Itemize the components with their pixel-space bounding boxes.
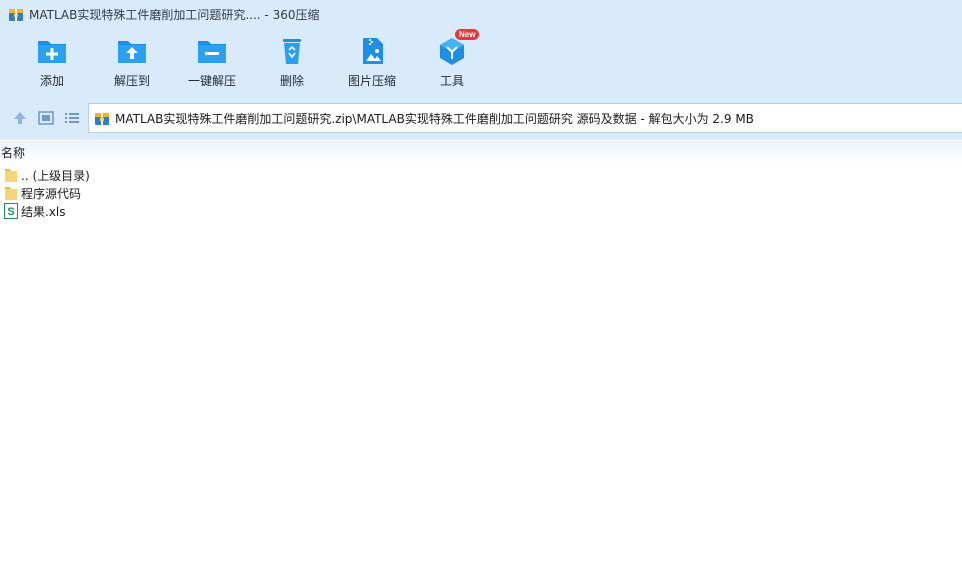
image-compress-label: 图片压缩 <box>347 74 396 88</box>
address-path: MATLAB实现特殊工件磨削加工问题研究.zip\MATLAB实现特殊工件磨削加… <box>115 111 754 126</box>
extract-to-icon <box>118 41 146 63</box>
add-label: 添加 <box>39 74 64 88</box>
address-bar[interactable]: MATLAB实现特殊工件磨削加工问题研究.zip\MATLAB实现特殊工件磨削加… <box>88 103 962 133</box>
column-header-name[interactable]: 名称 <box>1 144 25 161</box>
extract-to-label: 解压到 <box>113 74 150 88</box>
address-row: MATLAB实现特殊工件磨削加工问题研究.zip\MATLAB实现特殊工件磨削加… <box>0 98 962 140</box>
tools-cube-icon <box>440 38 464 65</box>
title-bar: MATLAB实现特殊工件磨削加工问题研究.... - 360压缩 <box>0 0 962 28</box>
delete-button[interactable]: 删除 <box>252 36 332 94</box>
file-list: .. (上级目录) 程序源代码 S 结果.xls <box>0 166 962 220</box>
svg-text:S: S <box>7 206 14 218</box>
window-title: MATLAB实现特殊工件磨削加工问题研究.... - 360压缩 <box>29 7 320 22</box>
tools-button[interactable]: New 工具 <box>412 29 492 94</box>
list-item-name: 结果.xls <box>21 204 66 219</box>
list-item-name: 程序源代码 <box>21 186 82 201</box>
zip-archive-icon <box>95 113 109 125</box>
list-item-results-xls[interactable]: S 结果.xls <box>0 202 962 220</box>
spreadsheet-icon: S <box>4 203 18 219</box>
up-level-icon[interactable] <box>11 109 29 127</box>
tools-label: 工具 <box>439 74 464 88</box>
list-item-parent-dir[interactable]: .. (上级目录) <box>0 166 962 184</box>
one-click-extract-button[interactable]: 一键解压 <box>172 36 252 94</box>
list-header: 名称 <box>0 141 962 163</box>
list-item-name: .. (上级目录) <box>21 168 90 183</box>
list-view-icon[interactable] <box>63 109 81 127</box>
image-compress-icon <box>363 38 383 64</box>
list-item-source-code[interactable]: 程序源代码 <box>0 184 962 202</box>
add-button[interactable]: 添加 <box>12 36 92 94</box>
delete-label: 删除 <box>279 74 304 88</box>
one-click-extract-label: 一键解压 <box>187 74 236 88</box>
tools-icon-wrap: New <box>435 29 480 66</box>
extract-to-button[interactable]: 解压到 <box>92 36 172 94</box>
folder-icon <box>5 187 17 200</box>
folder-icon <box>5 169 17 182</box>
toolbar: 添加 解压到 一键解压 删除 图片压缩 New 工具 <box>0 28 962 98</box>
image-compress-button[interactable]: 图片压缩 <box>332 36 412 94</box>
one-click-extract-icon <box>198 41 226 63</box>
thumbnail-view-icon[interactable] <box>37 109 55 127</box>
new-badge: New <box>455 29 480 40</box>
app-logo-icon <box>9 9 23 21</box>
add-folder-icon <box>38 41 66 63</box>
recycle-bin-icon <box>283 39 301 64</box>
